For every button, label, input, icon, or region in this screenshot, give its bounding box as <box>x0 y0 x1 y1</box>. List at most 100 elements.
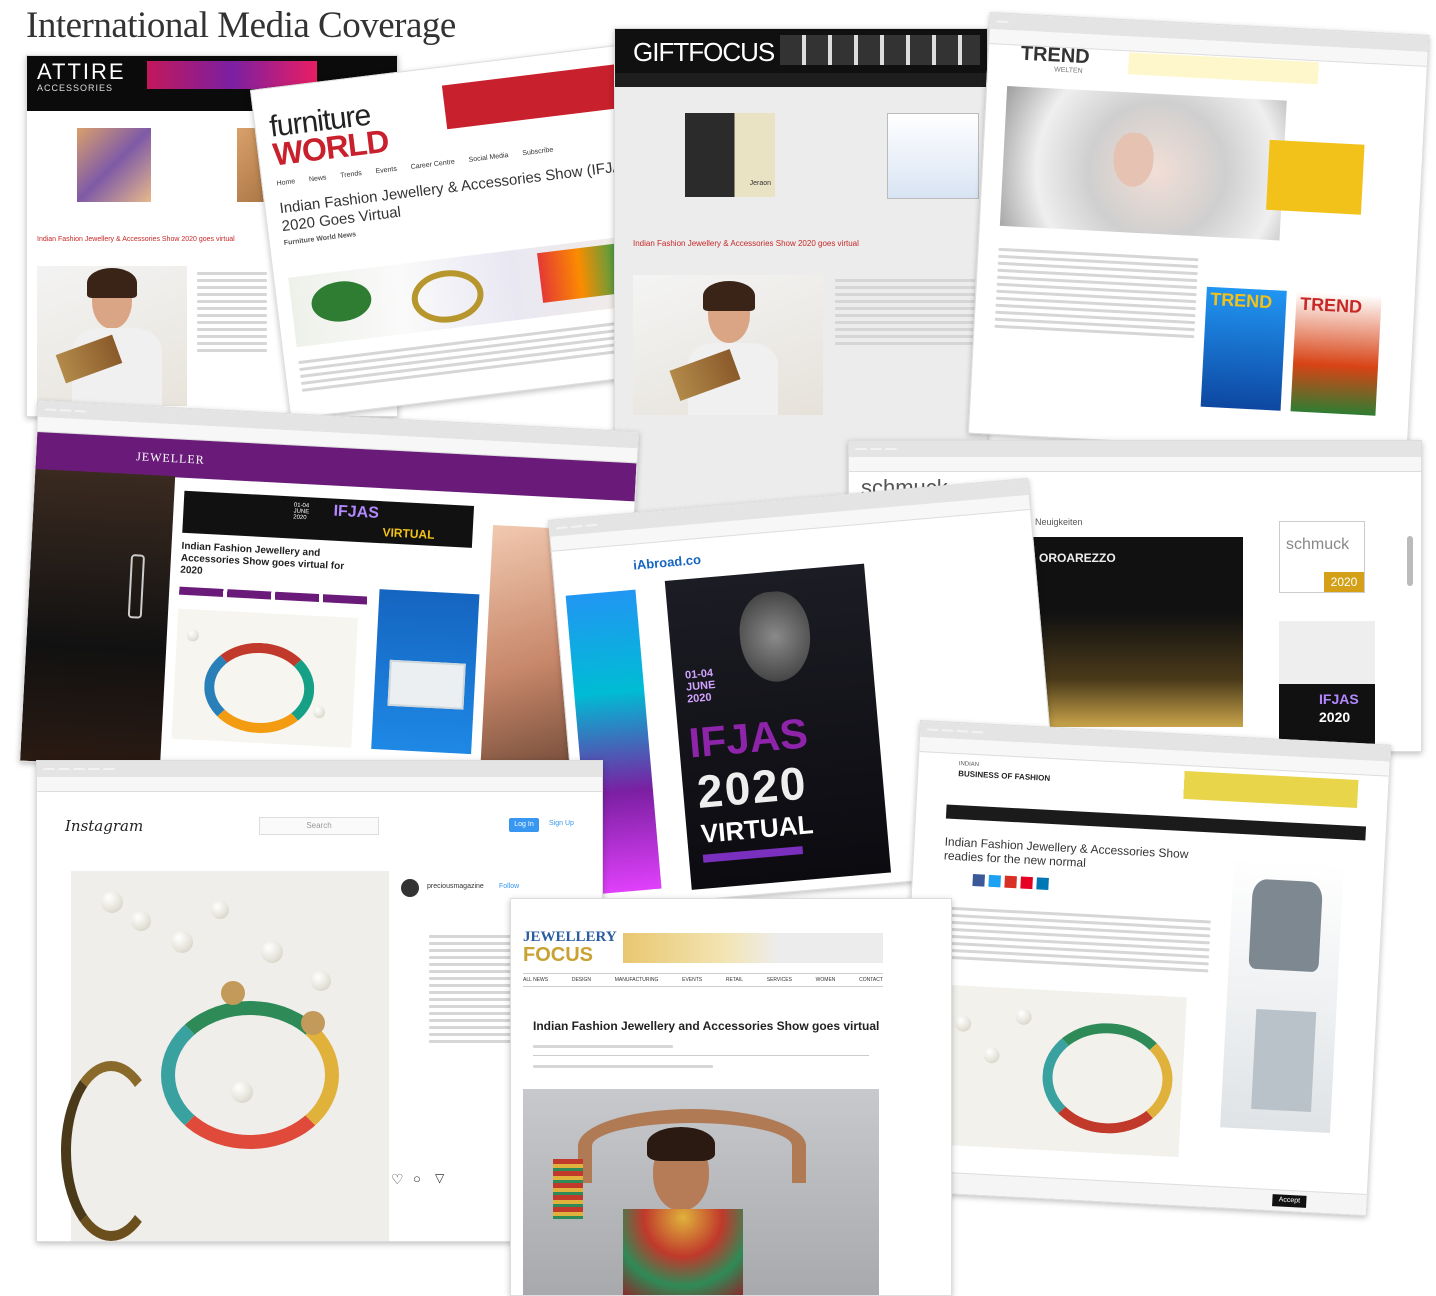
giftfocus-header: GIFTFOCUS <box>615 29 987 73</box>
model-hair <box>647 1127 715 1161</box>
furniture-headline: Indian Fashion Jewellery & Accessories S… <box>278 155 643 236</box>
nav-news[interactable]: News <box>309 174 327 183</box>
browser-tab[interactable] <box>88 768 100 770</box>
browser-tab[interactable] <box>926 728 939 731</box>
browser-tab[interactable] <box>58 768 70 770</box>
poster-face <box>736 588 814 685</box>
nav-home[interactable]: Home <box>276 178 295 187</box>
schmuck-venue-photo: OROAREZZO <box>1033 537 1243 727</box>
trousers <box>1251 1008 1317 1113</box>
jf-nav-events[interactable]: EVENTS <box>682 977 702 983</box>
browser-tab[interactable] <box>971 730 984 734</box>
pinterest-icon[interactable] <box>1020 876 1033 890</box>
jf-nav-design[interactable]: DESIGN <box>572 977 591 983</box>
schmuck-url-bar[interactable] <box>849 457 1421 472</box>
browser-tab[interactable] <box>43 768 55 770</box>
schmuck-side-logo: schmuck <box>1286 536 1350 553</box>
browser-tab[interactable] <box>74 409 87 413</box>
twitter-icon[interactable] <box>988 874 1001 888</box>
jeweller-tag-row <box>179 586 370 605</box>
necklace-2 <box>61 1061 161 1241</box>
trend-cover-1: TREND <box>1200 286 1287 411</box>
pearl <box>131 911 151 931</box>
schmuck-scrollbar[interactable] <box>1407 536 1413 586</box>
browser-tab[interactable] <box>996 20 1009 23</box>
crystal <box>301 1011 325 1035</box>
instagram-avatar[interactable] <box>401 879 419 897</box>
heart-icon[interactable]: ♡ <box>391 1171 404 1188</box>
trend-body-text <box>994 244 1199 342</box>
jf-nav: ALL NEWS DESIGN MANUFACTURING EVENTS RET… <box>523 973 883 987</box>
jf-nav-retail[interactable]: RETAIL <box>726 977 743 983</box>
attire-headline[interactable]: Indian Fashion Jewellery & Accessories S… <box>37 236 267 243</box>
banner-name: IFJAS <box>333 502 380 522</box>
pearl <box>186 629 200 642</box>
linkedin-icon[interactable] <box>1036 877 1049 890</box>
jf-logo-line1: JEWELLERY <box>523 929 617 945</box>
model-necklace <box>623 1209 743 1295</box>
jf-headline: Indian Fashion Jewellery and Accessories… <box>533 1019 880 1033</box>
nav-events[interactable]: Events <box>375 166 397 176</box>
browser-tab[interactable] <box>59 409 72 412</box>
browser-tab[interactable] <box>585 523 598 527</box>
trend-logo: TREND <box>1020 42 1091 69</box>
giftfocus-side-ad <box>887 113 979 199</box>
crystal <box>221 981 245 1005</box>
jeweller-headline[interactable]: Indian Fashion Jewellery and Accessories… <box>180 541 352 586</box>
giftfocus-headline[interactable]: Indian Fashion Jewellery & Accessories S… <box>633 239 859 248</box>
giftfocus-ad: Jeraon <box>685 113 775 197</box>
instagram-account[interactable]: preciousmagazine <box>427 883 484 890</box>
comment-icon[interactable]: ○ <box>413 1171 421 1186</box>
giftfocus-logo: GIFTFOCUS <box>633 37 775 67</box>
browser-tab[interactable] <box>870 448 882 450</box>
jewel-green <box>309 277 374 325</box>
bof-side-ad <box>1220 857 1345 1134</box>
nav-social[interactable]: Social Media <box>468 152 509 164</box>
browser-tab[interactable] <box>855 448 867 450</box>
bof-accept-button[interactable]: Accept <box>1272 1194 1307 1208</box>
browser-tab[interactable] <box>44 408 57 411</box>
instagram-search[interactable]: Search <box>259 817 379 835</box>
browser-tab[interactable] <box>885 448 897 450</box>
pearl <box>983 1046 1000 1064</box>
browser-tab[interactable] <box>73 768 85 770</box>
browser-tab[interactable] <box>555 526 568 530</box>
model-hair <box>87 268 137 298</box>
browser-tab[interactable] <box>570 525 583 529</box>
nav-trends[interactable]: Trends <box>340 170 362 180</box>
schmuck-browser-tabs <box>849 441 1421 457</box>
facebook-icon[interactable] <box>972 873 985 887</box>
jeweller-side-ad <box>371 589 480 755</box>
jf-nav-women[interactable]: WOMEN <box>816 977 836 983</box>
jf-nav-manufacturing[interactable]: MANUFACTURING <box>615 977 659 983</box>
bof-social-icons <box>972 873 1049 890</box>
instagram-follow-button[interactable]: Follow <box>499 883 519 890</box>
instagram-logo[interactable]: Instagram <box>65 817 143 835</box>
jf-nav-contact[interactable]: CONTACT <box>859 977 883 983</box>
instagram-signup-link[interactable]: Sign Up <box>549 820 574 827</box>
browser-tab[interactable] <box>103 768 115 770</box>
cover2-title: TREND <box>1299 293 1363 317</box>
pearl <box>954 1015 972 1033</box>
mail-icon[interactable] <box>1004 875 1017 889</box>
jf-nav-all[interactable]: ALL NEWS <box>523 977 548 983</box>
browser-tab[interactable] <box>956 729 969 733</box>
nav-subscribe[interactable]: Subscribe <box>522 147 554 158</box>
share-icon[interactable]: ▽ <box>435 1171 444 1185</box>
browser-tab[interactable] <box>941 729 954 732</box>
instagram-login-button[interactable]: Log In <box>509 818 539 832</box>
poster-date: 01-04 JUNE 2020 <box>684 667 716 706</box>
banner-date: 01-04 JUNE 2020 <box>293 502 310 522</box>
jeweller-banner: 01-04 JUNE 2020 IFJAS VIRTUAL <box>182 490 475 548</box>
laptop <box>387 659 466 710</box>
jf-nav-services[interactable]: SERVICES <box>767 977 792 983</box>
jf-divider <box>533 1055 869 1056</box>
jeweller-logo: JEWELLER <box>135 449 206 467</box>
pearl <box>211 901 229 919</box>
trend-yellow-box <box>1266 139 1365 215</box>
jf-top-strip <box>511 899 951 913</box>
instagram-url-bar[interactable] <box>37 777 602 792</box>
giftfocus-body-text <box>835 275 975 349</box>
giftfocus-ad-text: Jeraon <box>749 180 771 187</box>
nav-career[interactable]: Career Centre <box>410 159 455 171</box>
